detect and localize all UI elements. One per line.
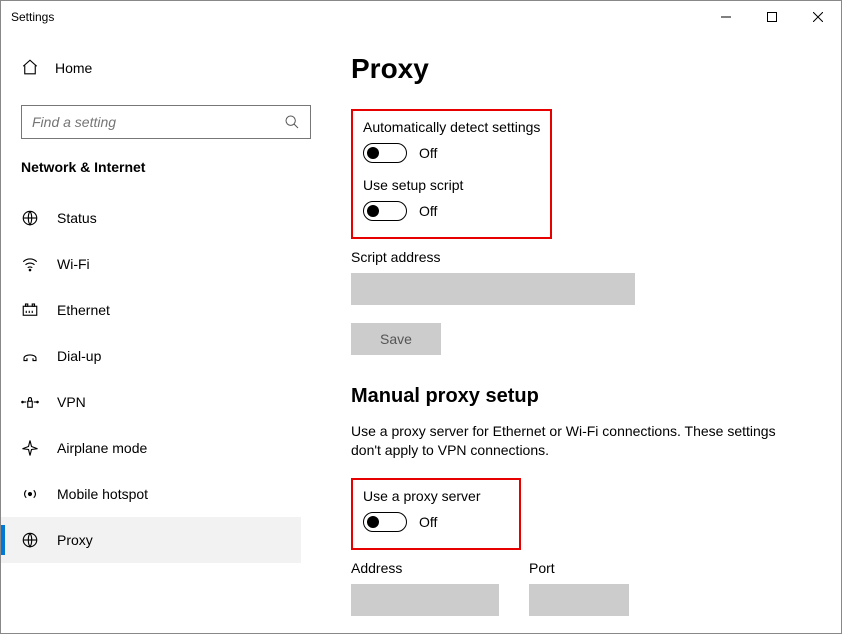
- auto-detect-label: Automatically detect settings: [363, 119, 540, 135]
- airplane-icon: [21, 439, 39, 457]
- hotspot-icon: [21, 485, 39, 503]
- search-input[interactable]: [32, 114, 276, 130]
- nav-label: Airplane mode: [57, 440, 147, 456]
- home-icon: [21, 58, 39, 79]
- save-button[interactable]: Save: [351, 323, 441, 355]
- nav-item-ethernet[interactable]: Ethernet: [1, 287, 301, 333]
- use-script-toggle[interactable]: [363, 201, 407, 221]
- nav-label: Wi-Fi: [57, 256, 90, 272]
- close-button[interactable]: [795, 1, 841, 33]
- address-label: Address: [351, 560, 499, 576]
- use-script-state: Off: [419, 203, 437, 219]
- port-label: Port: [529, 560, 629, 576]
- proxy-icon: [21, 531, 39, 549]
- search-icon: [284, 114, 300, 135]
- home-label: Home: [55, 60, 92, 76]
- page-title: Proxy: [351, 53, 801, 85]
- nav-label: Proxy: [57, 532, 93, 548]
- home-link[interactable]: Home: [21, 51, 301, 85]
- nav-item-dialup[interactable]: Dial-up: [1, 333, 301, 379]
- use-proxy-toggle[interactable]: [363, 512, 407, 532]
- vpn-icon: [21, 393, 39, 411]
- main-content: Proxy Automatically detect settings Off …: [321, 33, 841, 633]
- category-title: Network & Internet: [21, 159, 301, 175]
- nav-label: Ethernet: [57, 302, 110, 318]
- nav-item-wifi[interactable]: Wi-Fi: [1, 241, 301, 287]
- wifi-icon: [21, 255, 39, 273]
- nav-label: Mobile hotspot: [57, 486, 148, 502]
- minimize-button[interactable]: [703, 1, 749, 33]
- highlight-box-auto: Automatically detect settings Off Use se…: [351, 109, 552, 239]
- window-title: Settings: [11, 10, 54, 24]
- nav-item-airplane[interactable]: Airplane mode: [1, 425, 301, 471]
- maximize-button[interactable]: [749, 1, 795, 33]
- use-proxy-label: Use a proxy server: [363, 488, 509, 504]
- nav-item-vpn[interactable]: VPN: [1, 379, 301, 425]
- nav-list: Status Wi-Fi Ethernet Dial-up VPN: [1, 195, 301, 563]
- manual-heading: Manual proxy setup: [351, 385, 801, 408]
- window-controls: [703, 1, 841, 33]
- search-box[interactable]: [21, 105, 311, 139]
- nav-item-proxy[interactable]: Proxy: [1, 517, 301, 563]
- ethernet-icon: [21, 301, 39, 319]
- manual-help-text: Use a proxy server for Ethernet or Wi-Fi…: [351, 422, 791, 460]
- script-address-input[interactable]: [351, 273, 635, 305]
- status-icon: [21, 209, 39, 227]
- address-input[interactable]: [351, 584, 499, 616]
- sidebar: Home Network & Internet Status Wi-Fi: [1, 33, 321, 633]
- use-script-label: Use setup script: [363, 177, 540, 193]
- nav-label: Status: [57, 210, 97, 226]
- nav-item-hotspot[interactable]: Mobile hotspot: [1, 471, 301, 517]
- titlebar: Settings: [1, 1, 841, 33]
- nav-item-status[interactable]: Status: [1, 195, 301, 241]
- auto-detect-toggle[interactable]: [363, 143, 407, 163]
- highlight-box-proxy: Use a proxy server Off: [351, 478, 521, 550]
- dialup-icon: [21, 347, 39, 365]
- nav-label: Dial-up: [57, 348, 101, 364]
- script-address-label: Script address: [351, 249, 801, 265]
- port-input[interactable]: [529, 584, 629, 616]
- nav-label: VPN: [57, 394, 86, 410]
- use-proxy-state: Off: [419, 514, 437, 530]
- auto-detect-state: Off: [419, 145, 437, 161]
